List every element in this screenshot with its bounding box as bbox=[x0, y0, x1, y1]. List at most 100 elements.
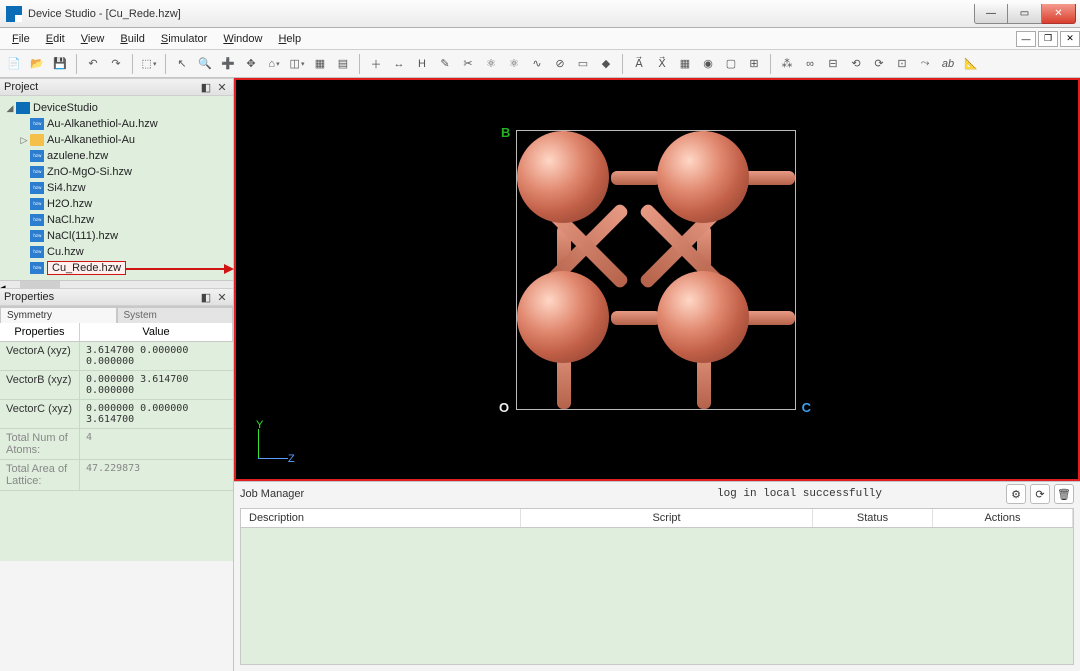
rotate-left-icon[interactable]: ⟲ bbox=[846, 54, 866, 74]
tree-item[interactable]: Cu.hzw bbox=[2, 244, 229, 260]
left-column: Project ◧ ✕ ◢ DeviceStudio Au-Alkanethio… bbox=[0, 78, 234, 671]
job-col-status: Status bbox=[813, 509, 933, 527]
add-atom-icon[interactable]: ＋ bbox=[366, 54, 386, 74]
mdi-minimize-button[interactable]: — bbox=[1016, 31, 1036, 47]
mdi-restore-button[interactable]: ❐ bbox=[1038, 31, 1058, 47]
project-title: Project bbox=[4, 81, 38, 93]
project-float-icon[interactable]: ◧ bbox=[199, 80, 213, 94]
axis-label-b: B bbox=[501, 125, 510, 140]
job-col-actions: Actions bbox=[933, 509, 1073, 527]
tree-scrollbar[interactable]: ◂ bbox=[0, 280, 233, 288]
device-1-icon[interactable]: ⊟ bbox=[823, 54, 843, 74]
edit-atom-icon[interactable]: ✎ bbox=[435, 54, 455, 74]
job-manager-title: Job Manager bbox=[240, 488, 304, 500]
axis-abc-icon[interactable]: A⃗ bbox=[629, 54, 649, 74]
menu-build[interactable]: Build bbox=[112, 31, 152, 47]
home-icon[interactable]: ⌂ bbox=[264, 54, 284, 74]
open-icon[interactable]: 📂 bbox=[27, 54, 47, 74]
wire-icon[interactable]: ▦ bbox=[675, 54, 695, 74]
workarea: Project ◧ ✕ ◢ DeviceStudio Au-Alkanethio… bbox=[0, 78, 1080, 671]
property-row: VectorC (xyz)0.000000 0.000000 3.614700 bbox=[0, 400, 233, 429]
redo-icon[interactable]: ↷ bbox=[106, 54, 126, 74]
label-icon[interactable]: ab bbox=[938, 54, 958, 74]
job-delete-icon[interactable]: 🗑 bbox=[1054, 484, 1074, 504]
menu-help[interactable]: Help bbox=[270, 31, 309, 47]
cell-box-icon[interactable]: ▢ bbox=[721, 54, 741, 74]
undo-icon[interactable]: ↶ bbox=[83, 54, 103, 74]
properties-float-icon[interactable]: ◧ bbox=[199, 290, 213, 304]
perspective-icon[interactable]: ◫ bbox=[287, 54, 307, 74]
menu-file[interactable]: File bbox=[4, 31, 38, 47]
molecule-1-icon[interactable]: ⚛ bbox=[481, 54, 501, 74]
fragment-icon[interactable]: ◆ bbox=[596, 54, 616, 74]
tree-item[interactable]: Au-Alkanethiol-Au.hzw bbox=[2, 116, 229, 132]
maximize-button[interactable]: ▭ bbox=[1008, 4, 1042, 24]
break-icon[interactable]: ⊘ bbox=[550, 54, 570, 74]
cluster-icon[interactable]: ⁂ bbox=[777, 54, 797, 74]
new-icon[interactable]: 📄 bbox=[4, 54, 24, 74]
build-device-icon[interactable]: ⬚ bbox=[139, 54, 159, 74]
tree-item[interactable]: ZnO-MgO-Si.hzw bbox=[2, 164, 229, 180]
molecule-2-icon[interactable]: ⚛ bbox=[504, 54, 524, 74]
properties-tab-system[interactable]: System bbox=[117, 307, 234, 323]
hzw-file-icon bbox=[30, 150, 44, 162]
close-button[interactable]: ✕ bbox=[1042, 4, 1076, 24]
add-bond-icon[interactable]: ↔ bbox=[389, 54, 409, 74]
grid1-icon[interactable]: ▦ bbox=[310, 54, 330, 74]
project-tree[interactable]: ◢ DeviceStudio Au-Alkanethiol-Au.hzw▷Au-… bbox=[0, 96, 233, 280]
atom[interactable] bbox=[657, 271, 749, 363]
property-row: Total Num of Atoms:4 bbox=[0, 429, 233, 460]
link-icon[interactable]: ∿ bbox=[527, 54, 547, 74]
atom[interactable] bbox=[517, 131, 609, 223]
job-refresh-icon[interactable]: ⟳ bbox=[1030, 484, 1050, 504]
3d-viewport[interactable]: B O C bbox=[234, 78, 1080, 481]
grid2-icon[interactable]: ▤ bbox=[333, 54, 353, 74]
pan-icon[interactable]: ✥ bbox=[241, 54, 261, 74]
atom[interactable] bbox=[657, 131, 749, 223]
toolbar: 📄 📂 💾 ↶ ↷ ⬚ ↖ 🔍 ➕ ✥ ⌂ ◫ ▦ ▤ ＋ ↔ H ✎ ✂ ⚛ … bbox=[0, 50, 1080, 78]
cursor-icon[interactable]: ↖ bbox=[172, 54, 192, 74]
job-table-body[interactable] bbox=[240, 528, 1074, 665]
menu-view[interactable]: View bbox=[73, 31, 113, 47]
path-icon[interactable]: ⤳ bbox=[915, 54, 935, 74]
property-row: VectorB (xyz)0.000000 3.614700 0.000000 bbox=[0, 371, 233, 400]
properties-close-icon[interactable]: ✕ bbox=[215, 290, 229, 304]
menu-bar: File Edit View Build Simulator Window He… bbox=[0, 28, 1080, 50]
tree-item[interactable]: H2O.hzw bbox=[2, 196, 229, 212]
tree-item[interactable]: Si4.hzw bbox=[2, 180, 229, 196]
properties-tab-symmetry[interactable]: Symmetry bbox=[0, 307, 117, 323]
solid-icon[interactable]: ◉ bbox=[698, 54, 718, 74]
tool-knife-icon[interactable]: ✂ bbox=[458, 54, 478, 74]
mdi-close-button[interactable]: ✕ bbox=[1060, 31, 1080, 47]
rotate-right-icon[interactable]: ⟳ bbox=[869, 54, 889, 74]
properties-header: Properties ◧ ✕ bbox=[0, 288, 233, 306]
device-2-icon[interactable]: ⊡ bbox=[892, 54, 912, 74]
property-row: Total Area of Lattice:47.229873 bbox=[0, 460, 233, 491]
atom[interactable] bbox=[517, 271, 609, 363]
job-col-script: Script bbox=[521, 509, 813, 527]
minimize-button[interactable]: — bbox=[974, 4, 1008, 24]
zoom-fit-icon[interactable]: 🔍 bbox=[195, 54, 215, 74]
supercell-icon[interactable]: ⊞ bbox=[744, 54, 764, 74]
job-col-description: Description bbox=[241, 509, 521, 527]
select-mode-icon[interactable]: ▭ bbox=[573, 54, 593, 74]
tree-item[interactable]: NaCl.hzw bbox=[2, 212, 229, 228]
menu-simulator[interactable]: Simulator bbox=[153, 31, 215, 47]
window-title: Device Studio - [Cu_Rede.hzw] bbox=[28, 8, 974, 20]
tree-item[interactable]: ▷Au-Alkanethiol-Au bbox=[2, 132, 229, 148]
job-settings-icon[interactable]: ⚙ bbox=[1006, 484, 1026, 504]
unit-cell-box: B O C bbox=[516, 130, 796, 410]
tree-item[interactable]: azulene.hzw bbox=[2, 148, 229, 164]
zoom-in-icon[interactable]: ➕ bbox=[218, 54, 238, 74]
measure-icon[interactable]: 📐 bbox=[961, 54, 981, 74]
axis-xyz-icon[interactable]: X⃗ bbox=[652, 54, 672, 74]
save-icon[interactable]: 💾 bbox=[50, 54, 70, 74]
chain-icon[interactable]: ∞ bbox=[800, 54, 820, 74]
callout-arrow bbox=[126, 268, 226, 270]
tree-root[interactable]: ◢ DeviceStudio bbox=[2, 100, 229, 116]
menu-window[interactable]: Window bbox=[215, 31, 270, 47]
menu-edit[interactable]: Edit bbox=[38, 31, 73, 47]
project-close-icon[interactable]: ✕ bbox=[215, 80, 229, 94]
hydrogen-icon[interactable]: H bbox=[412, 54, 432, 74]
tree-item[interactable]: NaCl(111).hzw bbox=[2, 228, 229, 244]
